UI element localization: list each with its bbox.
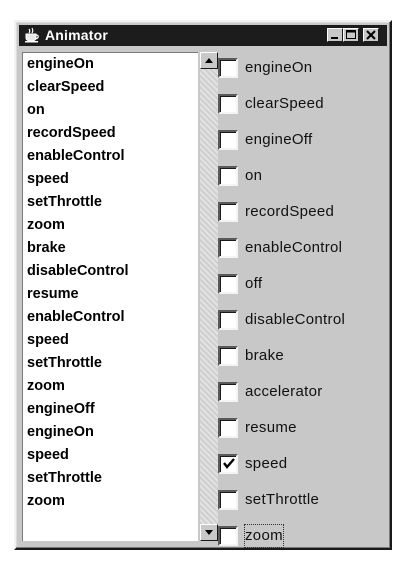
event-list-item[interactable]: disableControl: [23, 260, 198, 283]
checkbox-recordspeed[interactable]: recordSpeed: [218, 200, 388, 236]
maximize-button[interactable]: [343, 28, 359, 42]
checkbox-list: engineOn clearSpeed engineOff on recordSpeed…: [218, 56, 388, 560]
checkbox-box[interactable]: [218, 310, 238, 330]
arrow-down-icon: [205, 530, 213, 535]
checkbox-box[interactable]: [218, 94, 238, 114]
checkbox-label[interactable]: recordSpeed: [245, 201, 334, 223]
checkbox-label[interactable]: enableControl: [245, 237, 342, 259]
checkbox-clearspeed[interactable]: clearSpeed: [218, 92, 388, 128]
checkbox-engineon[interactable]: engineOn: [218, 56, 388, 92]
checkbox-box[interactable]: [218, 346, 238, 366]
checkbox-label[interactable]: engineOff: [245, 129, 312, 151]
checkmark-icon: [223, 458, 235, 469]
checkbox-box[interactable]: [218, 526, 238, 546]
checkbox-label[interactable]: off: [245, 273, 262, 295]
checkbox-on[interactable]: on: [218, 164, 388, 200]
scroll-down-button[interactable]: [200, 524, 218, 541]
checkbox-zoom[interactable]: zoom: [218, 524, 388, 560]
checkbox-label[interactable]: brake: [245, 345, 284, 367]
checkbox-accelerator[interactable]: accelerator: [218, 380, 388, 416]
event-list-item[interactable]: clearSpeed: [23, 76, 198, 99]
checkbox-resume[interactable]: resume: [218, 416, 388, 452]
event-list-scrollbar[interactable]: [200, 52, 218, 541]
checkbox-label[interactable]: engineOn: [245, 57, 312, 79]
checkbox-box[interactable]: [218, 202, 238, 222]
close-button[interactable]: [363, 28, 379, 42]
checkbox-label[interactable]: zoom: [244, 524, 284, 548]
event-list-item[interactable]: on: [23, 99, 198, 122]
checkbox-box[interactable]: [218, 166, 238, 186]
close-icon: [366, 30, 376, 40]
maximize-icon: [346, 30, 356, 39]
event-list-item[interactable]: engineOn: [23, 53, 198, 76]
checkbox-box[interactable]: [218, 58, 238, 78]
event-list-item[interactable]: setThrottle: [23, 352, 198, 375]
checkbox-label[interactable]: resume: [245, 417, 297, 439]
title-bar[interactable]: Animator: [19, 25, 387, 46]
checkbox-box[interactable]: [218, 274, 238, 294]
checkbox-label[interactable]: clearSpeed: [245, 93, 324, 115]
window-title: Animator: [45, 27, 109, 43]
event-list-item[interactable]: engineOn: [23, 421, 198, 444]
checkbox-box[interactable]: [218, 130, 238, 150]
event-list-item[interactable]: resume: [23, 283, 198, 306]
checkbox-box[interactable]: [218, 382, 238, 402]
arrow-up-icon: [205, 58, 213, 63]
checkbox-enablecontrol[interactable]: enableControl: [218, 236, 388, 272]
event-list-item[interactable]: setThrottle: [23, 191, 198, 214]
scroll-up-button[interactable]: [200, 52, 218, 69]
checkbox-disablecontrol[interactable]: disableControl: [218, 308, 388, 344]
checkbox-box[interactable]: [218, 454, 238, 474]
event-list-item[interactable]: speed: [23, 444, 198, 467]
event-list-item[interactable]: zoom: [23, 214, 198, 237]
event-list-item[interactable]: engineOff: [23, 398, 198, 421]
checkbox-box[interactable]: [218, 490, 238, 510]
event-list-item[interactable]: zoom: [23, 375, 198, 398]
event-list-item[interactable]: brake: [23, 237, 198, 260]
checkbox-label[interactable]: speed: [245, 453, 287, 475]
minimize-icon: [331, 37, 338, 39]
checkbox-off[interactable]: off: [218, 272, 388, 308]
checkbox-label[interactable]: disableControl: [245, 309, 345, 331]
event-list-item[interactable]: enableControl: [23, 306, 198, 329]
event-list-item[interactable]: setThrottle: [23, 467, 198, 490]
checkbox-speed[interactable]: speed: [218, 452, 388, 488]
checkbox-label[interactable]: setThrottle: [245, 489, 319, 511]
animator-window: Animator engineOn clearSpeed on recordSpeed…: [14, 20, 392, 550]
checkbox-box[interactable]: [218, 418, 238, 438]
checkbox-engineoff[interactable]: engineOff: [218, 128, 388, 164]
event-list-item[interactable]: speed: [23, 168, 198, 191]
event-list-item[interactable]: recordSpeed: [23, 122, 198, 145]
checkbox-box[interactable]: [218, 238, 238, 258]
java-cup-icon[interactable]: [23, 27, 40, 43]
minimize-button[interactable]: [327, 28, 343, 42]
checkbox-label[interactable]: accelerator: [245, 381, 323, 403]
event-list-item[interactable]: speed: [23, 329, 198, 352]
event-list-item[interactable]: enableControl: [23, 145, 198, 168]
event-list[interactable]: engineOn clearSpeed on recordSpeed enableCon…: [22, 52, 198, 541]
event-list-item[interactable]: zoom: [23, 490, 198, 513]
checkbox-label[interactable]: on: [245, 165, 262, 187]
checkbox-brake[interactable]: brake: [218, 344, 388, 380]
checkbox-setthrottle[interactable]: setThrottle: [218, 488, 388, 524]
